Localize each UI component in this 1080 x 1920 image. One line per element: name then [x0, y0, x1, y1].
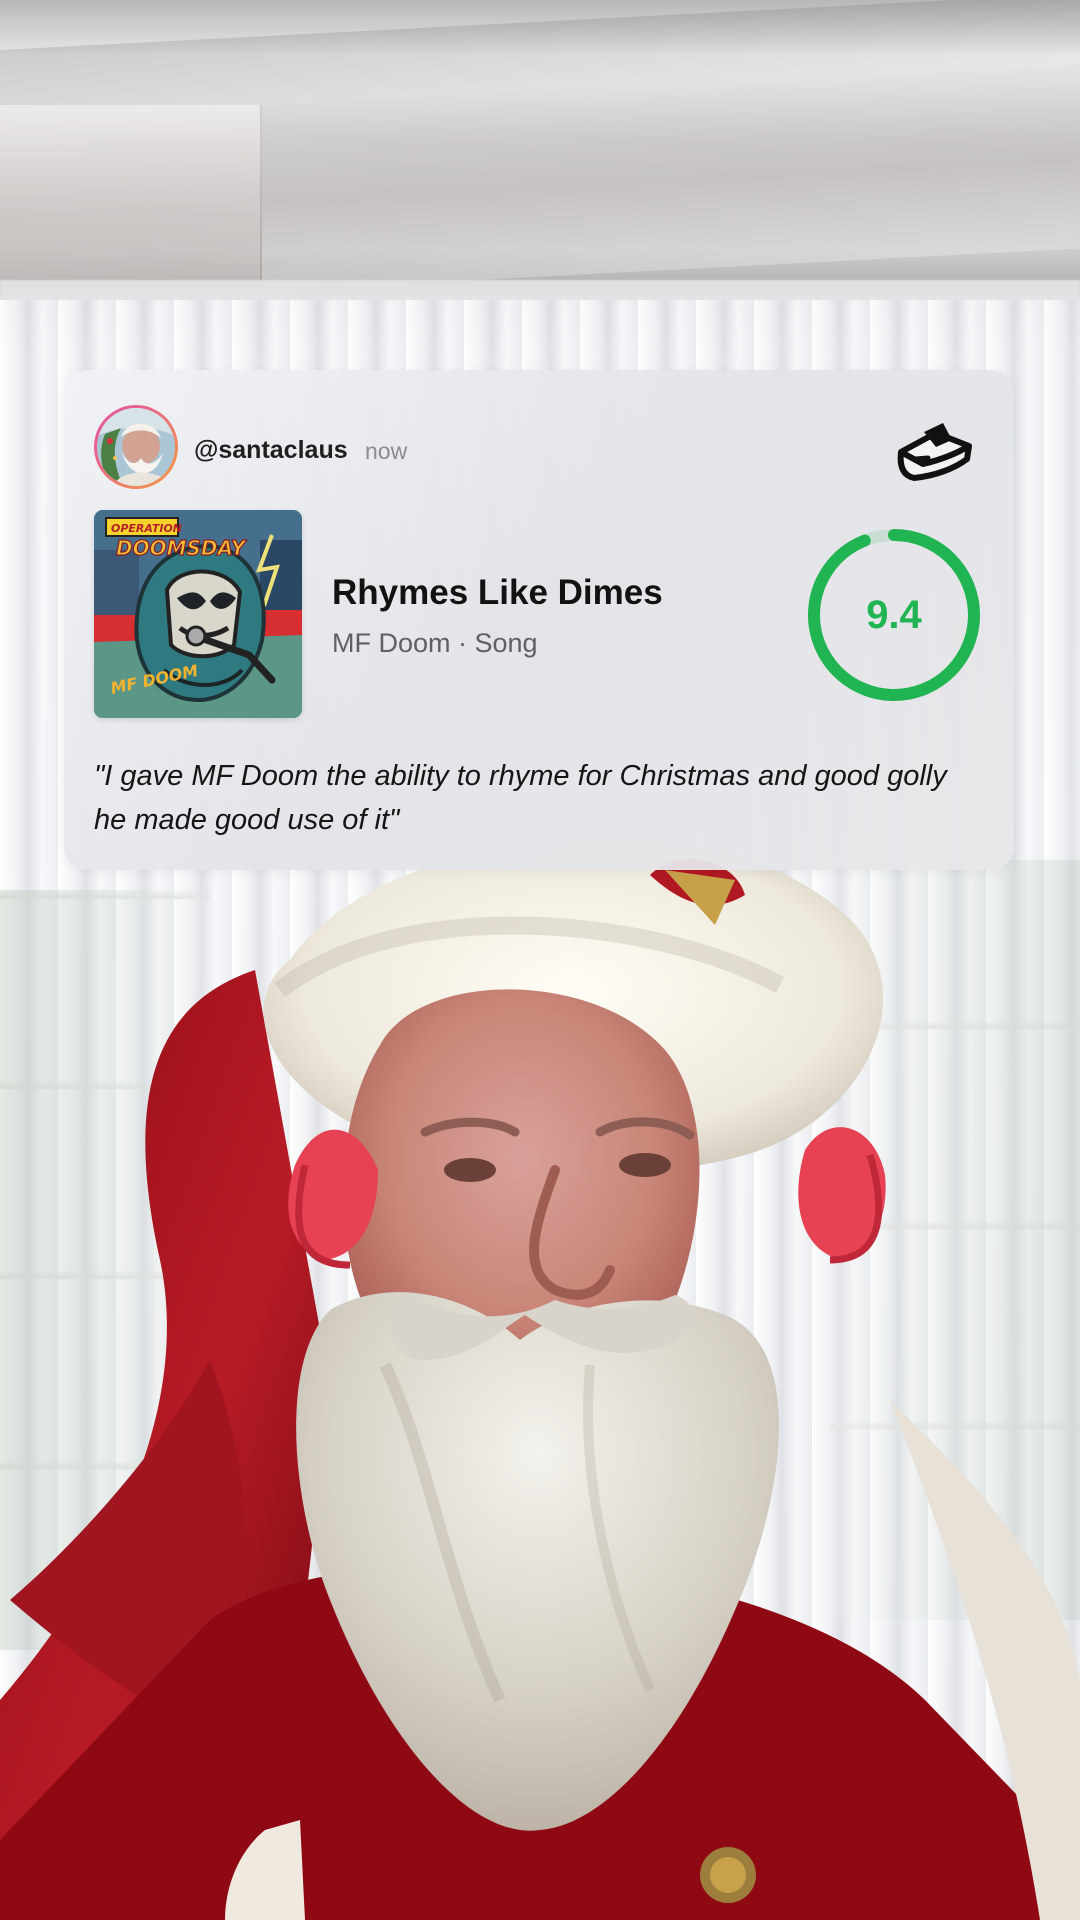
review-quote: "I gave MF Doom the ability to rhyme for…	[94, 760, 947, 836]
album-text-main: DOOMSDAY	[116, 536, 248, 560]
profile-avatar-ring[interactable]	[94, 405, 178, 489]
post-username[interactable]: @santaclaus	[194, 435, 348, 465]
song-meta[interactable]: MF Doom · Song	[332, 627, 538, 659]
ceiling-corner-background	[0, 105, 262, 290]
santa-avatar-image	[97, 408, 175, 486]
app-screen: @santaclaus now OPERATION DOOMSDAY MF DO…	[0, 0, 1080, 1920]
rating-score: 9.4	[866, 593, 922, 637]
music-review-card[interactable]: @santaclaus now OPERATION DOOMSDAY MF DO…	[64, 370, 1014, 870]
album-text-top: OPERATION	[111, 522, 182, 535]
rating-score-ring: 9.4	[804, 525, 984, 705]
inbox-icon[interactable]	[894, 416, 976, 482]
post-timestamp: now	[365, 438, 408, 464]
right-window-background	[830, 860, 1080, 1620]
album-cover[interactable]: OPERATION DOOMSDAY MF DOOM	[94, 510, 302, 718]
song-title[interactable]: Rhymes Like Dimes	[332, 572, 663, 614]
operation-doomsday-cover: OPERATION DOOMSDAY MF DOOM	[94, 510, 302, 718]
santa-avatar-icon	[97, 408, 175, 486]
left-window-background	[0, 890, 210, 1650]
